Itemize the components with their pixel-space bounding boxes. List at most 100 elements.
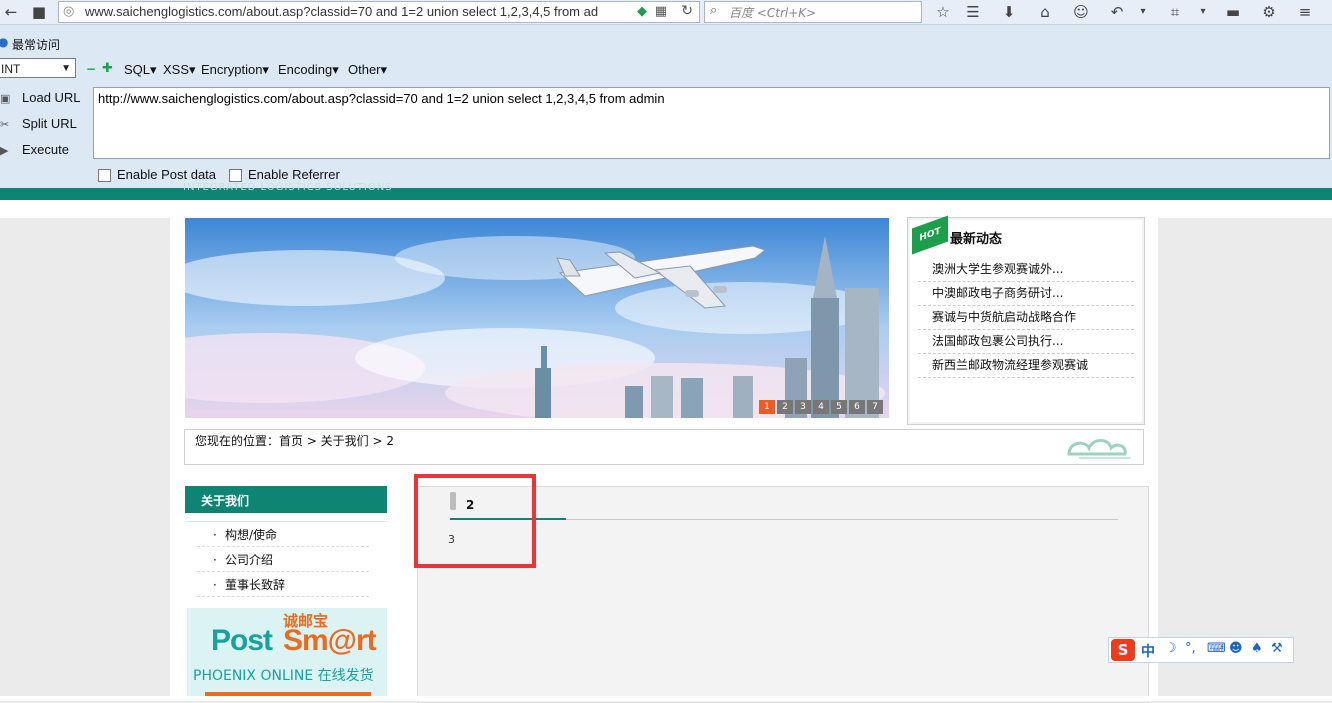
split-url-button[interactable]: Split URL — [22, 116, 77, 131]
news-item[interactable]: 新西兰邮政物流经理参观赛诚 — [918, 354, 1134, 378]
news-item[interactable]: 中澳邮政电子商务研讨... — [918, 282, 1134, 306]
chevron-down-icon[interactable]: ▾ — [1132, 2, 1154, 22]
star-icon[interactable]: ☆ — [932, 2, 954, 22]
menu-icon[interactable]: ≡ — [1294, 2, 1316, 22]
url-bar[interactable]: ◎ www.saichenglogistics.com/about.asp?cl… — [58, 1, 700, 23]
chevron-down-icon: ▼ — [61, 63, 71, 74]
breadcrumb-text[interactable]: 您现在的位置：首页 > 关于我们 > 2 — [195, 432, 394, 449]
menu-xss[interactable]: XSS▾ — [163, 62, 196, 78]
news-item[interactable]: 澳洲大学生参观赛诚外... — [918, 258, 1134, 282]
sidebar-item-label: 公司介绍 — [225, 553, 274, 567]
enable-post-label: Enable Post data — [117, 167, 217, 182]
bullet-icon: · — [213, 528, 217, 542]
banner-page-3[interactable]: 3 — [795, 400, 811, 414]
news-list: 澳洲大学生参观赛诚外... 中澳邮政电子商务研讨... 赛诚与中货航启动战略合作… — [918, 258, 1134, 378]
banner-page-7[interactable]: 7 — [867, 400, 883, 414]
sidebar-item-chairman[interactable]: · 董事长致辞 — [197, 572, 369, 597]
banner-page-6[interactable]: 6 — [849, 400, 865, 414]
sidebar-list: · 构想/使命 · 公司介绍 · 董事长致辞 — [185, 522, 387, 597]
menu-sql[interactable]: SQL▾ — [124, 62, 157, 78]
enable-referrer-label: Enable Referrer — [248, 167, 340, 182]
undo-icon[interactable]: ↶ — [1106, 2, 1128, 22]
search-icon: ⌕ — [710, 3, 718, 18]
page-icon: ■ — [31, 3, 47, 21]
postsmart-brand-b: Sm@rt — [283, 624, 377, 657]
hero-banner: 1 2 3 4 5 6 7 — [185, 218, 889, 418]
enable-post-checkbox[interactable] — [98, 169, 111, 182]
news-title: 最新动态 — [950, 232, 1003, 247]
breadcrumb: 您现在的位置：首页 > 关于我们 > 2 — [184, 429, 1144, 465]
postsmart-brand-a: Post — [211, 624, 273, 657]
banner-page-4[interactable]: 4 — [813, 400, 829, 414]
plus-icon[interactable]: ✚ — [102, 61, 113, 76]
search-box[interactable]: ⌕ 百度 <Ctrl+K> — [704, 1, 922, 23]
search-placeholder: 百度 <Ctrl+K> — [729, 6, 817, 20]
ime-mode-toggle[interactable]: 中 — [1141, 641, 1155, 661]
site-header-subtitle: INTEGRATED LOGISTICS SOLUTIONS — [183, 182, 393, 193]
sogou-logo-icon[interactable]: S — [1111, 639, 1135, 661]
site-header-band: INTEGRATED LOGISTICS SOLUTIONS — [0, 182, 1332, 200]
back-icon[interactable]: ← — [0, 2, 22, 22]
user-icon[interactable]: ☻ — [1229, 641, 1243, 656]
news-item[interactable]: 法国邮政包裹公司执行... — [918, 330, 1134, 354]
sidebar-item-vision[interactable]: · 构想/使命 — [197, 522, 369, 547]
url-text: www.saichenglogistics.com/about.asp?clas… — [85, 4, 599, 19]
ime-toolbar: S 中 ☽ °, ⌨ ☻ ♠ ⚒ — [1108, 637, 1294, 663]
split-url-icon: ✂ — [0, 118, 10, 131]
settings-icon[interactable]: ⚒ — [1271, 641, 1283, 656]
download-icon[interactable]: ⬇ — [998, 2, 1020, 22]
banner-page-1[interactable]: 1 — [759, 400, 775, 414]
minus-icon[interactable]: − — [86, 62, 96, 76]
bullet-icon: · — [213, 553, 217, 567]
keyboard-icon[interactable]: ⌨ — [1207, 641, 1226, 656]
hackbar-panel: INT ▼ − ✚ SQL▾ XSS▾ Encryption▾ Encoding… — [0, 58, 1332, 188]
postsmart-ad[interactable]: 诚邮宝 Post Sm@rt PHOENIX ONLINE 在线发货 — [187, 608, 387, 696]
banner-page-2[interactable]: 2 — [777, 400, 793, 414]
sidebar-title: 关于我们 — [185, 486, 387, 513]
bookmarks-bar: ● 最常访问 — [0, 25, 1332, 58]
execute-button[interactable]: Execute — [22, 142, 69, 157]
sidebar-title-text: 关于我们 — [201, 494, 250, 508]
bookmark-most-visited[interactable]: 最常访问 — [12, 36, 60, 53]
reading-list-icon[interactable]: ☰ — [962, 2, 984, 22]
url-textarea[interactable]: http://www.saichenglogistics.com/about.a… — [93, 87, 1330, 159]
chat-icon[interactable]: ☺ — [1070, 2, 1092, 22]
sidebar-item-company[interactable]: · 公司介绍 — [197, 547, 369, 572]
shield-icon[interactable]: ◆ — [637, 4, 647, 19]
punctuation-icon[interactable]: °, — [1185, 641, 1196, 656]
chevron-down-icon[interactable]: ▾ — [1192, 2, 1214, 22]
bookmark-icon: ● — [0, 35, 9, 49]
moon-icon[interactable]: ☽ — [1165, 641, 1177, 656]
enable-referrer-checkbox[interactable] — [229, 169, 242, 182]
sidebar-item-label: 董事长致辞 — [225, 578, 286, 592]
load-url-button[interactable]: Load URL — [22, 90, 81, 105]
menu-encoding[interactable]: Encoding▾ — [278, 62, 339, 78]
menu-other[interactable]: Other▾ — [348, 62, 387, 78]
type-select[interactable]: INT ▼ — [0, 58, 76, 78]
reload-icon[interactable]: ↻ — [681, 3, 693, 19]
menu-encryption[interactable]: Encryption▾ — [201, 62, 269, 78]
skin-icon[interactable]: ♠ — [1251, 641, 1263, 656]
bullet-icon: · — [213, 578, 217, 592]
status-strip — [0, 696, 1332, 701]
banner-page-5[interactable]: 5 — [831, 400, 847, 414]
home-icon[interactable]: ⌂ — [1034, 2, 1056, 22]
banner-pager: 1 2 3 4 5 6 7 — [759, 400, 883, 414]
comment-icon[interactable]: ▬ — [1222, 2, 1244, 22]
news-item[interactable]: 赛诚与中货航启动战略合作 — [918, 306, 1134, 330]
highlight-annotation — [414, 474, 536, 568]
qr-code-icon[interactable]: ▦ — [655, 4, 667, 19]
execute-icon: ▶ — [0, 144, 9, 157]
crop-icon[interactable]: ⌗ — [1164, 2, 1186, 22]
news-panel: HOT 最新动态 澳洲大学生参观赛诚外... 中澳邮政电子商务研讨... 赛诚与… — [907, 215, 1145, 425]
browser-navbar: ← ■ ◎ www.saichenglogistics.com/about.as… — [0, 0, 1332, 25]
load-url-icon: ▣ — [0, 92, 11, 105]
hot-badge-icon: HOT — [912, 215, 948, 255]
extension-icon[interactable]: ⚙ — [1258, 2, 1280, 22]
url-textarea-value: http://www.saichenglogistics.com/about.a… — [98, 91, 665, 106]
postsmart-tagline: PHOENIX ONLINE 在线发货 — [193, 668, 374, 684]
type-select-value: INT — [1, 62, 21, 76]
banner-image — [185, 218, 889, 418]
globe-icon: ◎ — [63, 4, 75, 19]
sidebar-item-label: 构想/使命 — [225, 528, 278, 542]
